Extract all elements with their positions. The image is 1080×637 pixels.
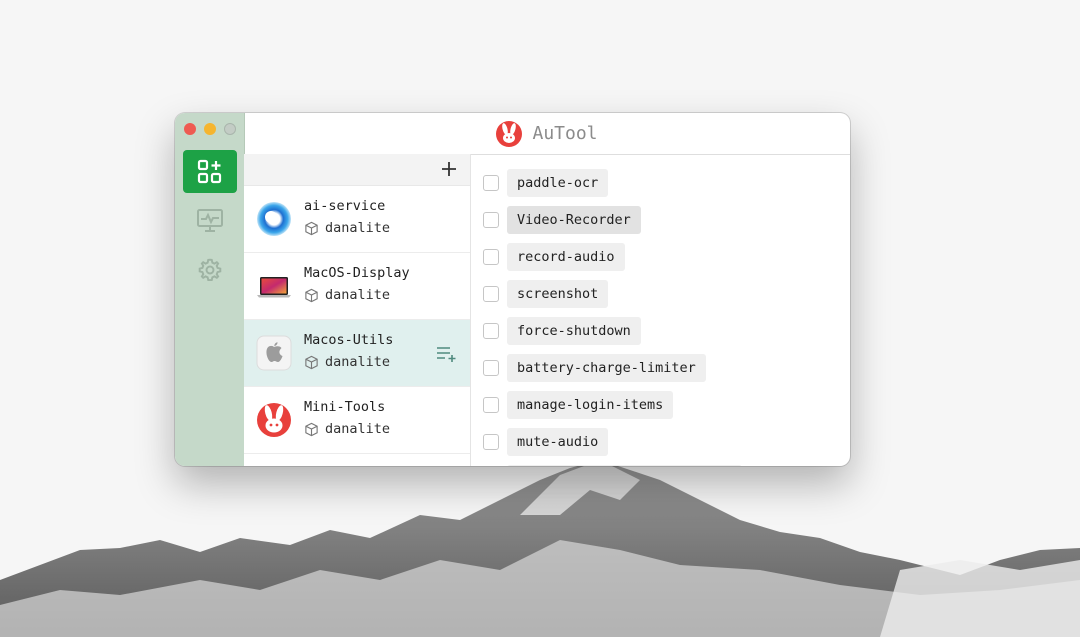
app-title: AuTool	[532, 123, 598, 144]
project-list: ai-service danalite MacOS-Display danali…	[244, 154, 471, 466]
plugin-row: mute-audio	[483, 428, 609, 456]
project-owner: danalite	[304, 354, 390, 370]
package-icon	[305, 355, 318, 369]
project-owner: danalite	[304, 220, 390, 236]
sidebar-item-plugins[interactable]	[183, 150, 237, 193]
project-name: Macos-Utils	[304, 332, 394, 348]
blue-orb-icon	[257, 202, 291, 236]
plugin-row: record-audio	[483, 243, 625, 271]
plugin-tag[interactable]: battery-charge-limiter	[507, 354, 706, 382]
plugin-checkbox[interactable]	[483, 397, 499, 413]
playlist-add-icon[interactable]	[436, 345, 458, 363]
plugin-checkbox[interactable]	[483, 286, 499, 302]
rabbit-logo-icon	[257, 403, 291, 437]
plugin-row-partial	[483, 465, 742, 466]
owner-name: danalite	[325, 220, 391, 236]
package-icon	[305, 422, 318, 436]
project-list-toolbar	[244, 154, 470, 186]
project-name: ai-service	[304, 198, 386, 214]
app-window: AuTool ai-service danalite MacOS-Display…	[175, 113, 850, 466]
zoom-window-button[interactable]	[224, 123, 236, 135]
sidebar-item-monitor[interactable]	[183, 199, 237, 242]
apps-add-icon	[197, 159, 222, 183]
plugin-checkbox[interactable]	[483, 360, 499, 376]
project-item-ai-service[interactable]: ai-service danalite	[244, 186, 470, 253]
plugin-row: Video-Recorder	[483, 206, 641, 234]
plugin-tag[interactable]: Video-Recorder	[507, 206, 641, 234]
plugin-tag[interactable]: screenshot	[507, 280, 609, 308]
apple-logo-icon	[256, 335, 292, 371]
minimize-window-button[interactable]	[204, 123, 216, 135]
owner-name: danalite	[325, 421, 391, 437]
plugin-checkbox[interactable]	[483, 175, 499, 191]
project-item-mini-tools[interactable]: Mini-Tools danalite	[244, 387, 470, 454]
project-owner: danalite	[304, 287, 390, 303]
project-item-macos-display[interactable]: MacOS-Display danalite	[244, 253, 470, 320]
monitor-pulse-icon	[197, 208, 223, 232]
rabbit-logo-icon	[496, 120, 523, 147]
plugin-list: paddle-ocr Video-Recorder record-audio s…	[471, 154, 850, 466]
project-item-macos-utils[interactable]: Macos-Utils danalite	[244, 320, 470, 387]
plugin-row: battery-charge-limiter	[483, 354, 706, 382]
macbook-icon	[257, 277, 291, 298]
plugin-row: screenshot	[483, 280, 609, 308]
project-name: Mini-Tools	[304, 399, 386, 415]
plugin-tag[interactable]: record-audio	[507, 243, 625, 271]
plugin-tag[interactable]: manage-login-items	[507, 391, 674, 419]
plugin-row: paddle-ocr	[483, 169, 609, 197]
project-name: MacOS-Display	[304, 265, 410, 281]
plugin-tag[interactable]: paddle-ocr	[507, 169, 609, 197]
plugin-row: manage-login-items	[483, 391, 674, 419]
plugin-checkbox[interactable]	[483, 323, 499, 339]
gear-icon	[198, 258, 222, 281]
plugin-checkbox[interactable]	[483, 434, 499, 450]
owner-name: danalite	[325, 287, 391, 303]
sidebar-item-settings[interactable]	[183, 248, 237, 291]
plugin-row: force-shutdown	[483, 317, 641, 345]
plugin-tag[interactable]: force-shutdown	[507, 317, 641, 345]
plugin-checkbox[interactable]	[483, 249, 499, 265]
plugin-tag-partial[interactable]	[507, 465, 742, 466]
package-icon	[305, 221, 318, 235]
project-owner: danalite	[304, 421, 390, 437]
plus-icon[interactable]	[438, 158, 460, 180]
sidebar	[175, 113, 245, 466]
plugin-checkbox[interactable]	[483, 212, 499, 228]
close-window-button[interactable]	[184, 123, 196, 135]
title-bar: AuTool	[244, 113, 850, 155]
owner-name: danalite	[325, 354, 391, 370]
plugin-tag[interactable]: mute-audio	[507, 428, 609, 456]
package-icon	[305, 288, 318, 302]
